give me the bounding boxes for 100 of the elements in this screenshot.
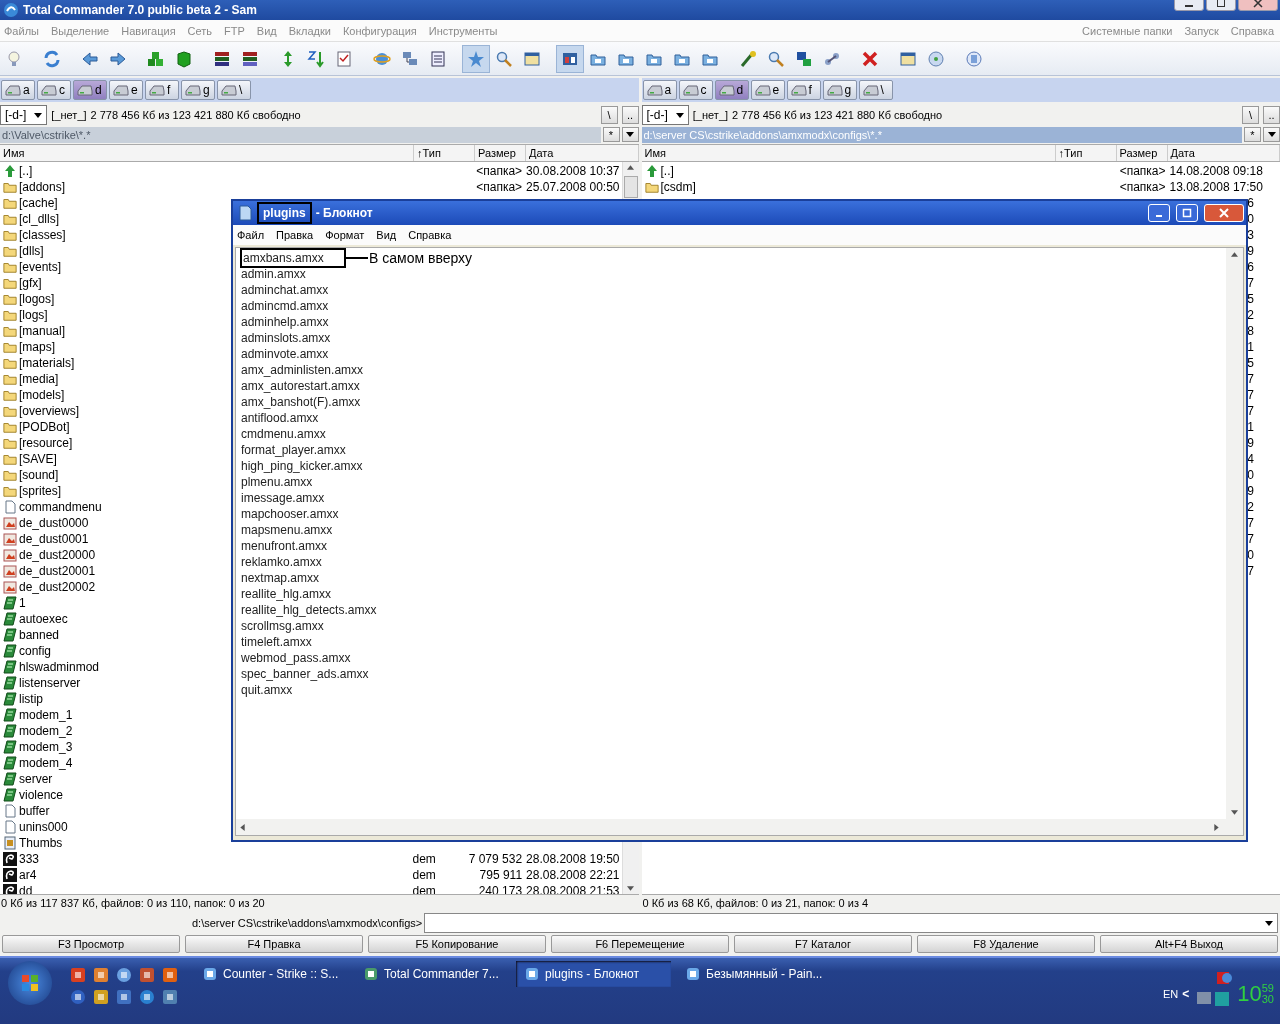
file-name[interactable]: Thumbs (19, 836, 63, 850)
menu-item[interactable]: Выделение (50, 24, 110, 37)
drive-button[interactable]: g (181, 80, 215, 100)
file-name[interactable]: modem_4 (19, 756, 73, 770)
menu-item[interactable]: Правка (276, 229, 314, 241)
quick-launch-icon[interactable] (116, 989, 132, 1005)
taskbar-button[interactable]: Counter - Strike :: S... (194, 961, 349, 987)
file-name[interactable]: modem_3 (19, 740, 73, 754)
file-name[interactable]: de_dust0000 (19, 516, 89, 530)
tray-expand-button[interactable]: < (1182, 987, 1190, 1001)
root-button[interactable]: \ (1242, 106, 1259, 124)
menu-item[interactable]: Конфигурация (342, 24, 417, 37)
drive-button[interactable]: f (145, 80, 179, 100)
menu-item[interactable]: Инструменты (428, 24, 498, 37)
drive-button[interactable]: d (73, 80, 107, 100)
function-key-button[interactable]: F6 Перемещение (551, 935, 729, 953)
drive-dropdown[interactable]: [-d-] (641, 105, 689, 125)
file-name[interactable]: buffer (19, 804, 50, 818)
file-name[interactable]: [cache] (19, 196, 58, 210)
file-name[interactable]: [..] (19, 164, 33, 178)
file-name[interactable]: [PODBot] (19, 420, 70, 434)
dropdown-button[interactable] (1263, 127, 1280, 142)
file-name[interactable]: config (19, 644, 52, 658)
dropdown-button[interactable] (621, 127, 639, 142)
drive-button[interactable]: g (822, 80, 857, 100)
taskbar-button[interactable]: plugins - Блокнот (516, 961, 671, 987)
column-header[interactable]: Имя (0, 145, 414, 161)
drive-button[interactable]: c (678, 80, 713, 100)
file-name[interactable]: unins000 (19, 820, 68, 834)
file-name[interactable]: [addons] (19, 180, 66, 194)
toolbar-button[interactable] (556, 44, 584, 73)
quick-launch-icon[interactable] (162, 989, 178, 1005)
file-name[interactable]: banned (19, 628, 60, 642)
start-button[interactable] (8, 961, 52, 1005)
quick-launch-icon[interactable] (93, 989, 109, 1005)
drive-button[interactable]: a (642, 80, 677, 100)
history-button[interactable]: * (602, 127, 620, 142)
function-key-button[interactable]: F7 Каталог (734, 935, 912, 953)
file-name[interactable]: de_dust20001 (19, 564, 96, 578)
file-name[interactable]: 333 (19, 852, 40, 866)
file-name[interactable]: [dlls] (19, 244, 44, 258)
file-name[interactable]: 1 (19, 596, 26, 610)
drive-button[interactable]: \ (858, 80, 893, 100)
drive-button[interactable]: a (1, 80, 35, 100)
quick-launch-icon[interactable] (93, 967, 109, 983)
column-header[interactable]: Размер (1116, 145, 1168, 161)
menu-item[interactable]: Системные папки (1082, 24, 1173, 37)
file-name[interactable]: de_dust20002 (19, 580, 96, 594)
menu-item[interactable]: Формат (325, 229, 365, 241)
file-name[interactable]: [materials] (19, 356, 75, 370)
file-name[interactable]: [maps] (19, 340, 55, 354)
drive-button[interactable]: \ (217, 80, 251, 100)
column-header[interactable]: Дата (1167, 145, 1280, 161)
drive-dropdown[interactable]: [-d-] (0, 105, 48, 125)
file-name[interactable]: [logs] (19, 308, 48, 322)
file-name[interactable]: [sound] (19, 468, 59, 482)
file-name[interactable]: commandmenu (19, 500, 102, 514)
drive-button[interactable]: d (714, 80, 749, 100)
drive-button[interactable]: e (750, 80, 785, 100)
file-name[interactable]: server (19, 772, 53, 786)
quick-launch-icon[interactable] (70, 967, 86, 983)
menu-item[interactable]: Файлы (4, 24, 39, 37)
drive-button[interactable]: f (786, 80, 821, 100)
file-name[interactable]: violence (19, 788, 64, 802)
file-name[interactable]: [resource] (19, 436, 73, 450)
file-name[interactable]: [sprites] (19, 484, 61, 498)
parent-button[interactable]: .. (1263, 106, 1280, 124)
quick-launch-icon[interactable] (162, 967, 178, 983)
quick-launch-icon[interactable] (116, 967, 132, 983)
drive-button[interactable]: e (109, 80, 143, 100)
file-name[interactable]: [logos] (19, 292, 55, 306)
quick-launch-icon[interactable] (70, 989, 86, 1005)
file-name[interactable]: [SAVE] (19, 452, 57, 466)
function-key-button[interactable]: F4 Правка (185, 935, 363, 953)
scroll-right-icon[interactable] (1214, 823, 1219, 831)
menu-item[interactable]: Вкладки (288, 24, 331, 37)
scroll-left-icon[interactable] (240, 823, 245, 831)
file-name[interactable]: hlswadminmod (19, 660, 100, 674)
file-name[interactable]: [..] (660, 164, 674, 178)
file-name[interactable]: [overviews] (19, 404, 80, 418)
file-name[interactable]: modem_1 (19, 708, 73, 722)
file-name[interactable]: [gfx] (19, 276, 42, 290)
file-name[interactable]: [media] (19, 372, 59, 386)
scroll-down-icon[interactable] (627, 886, 634, 891)
file-name[interactable]: ar4 (19, 868, 37, 882)
scroll-up-icon[interactable] (627, 165, 634, 170)
file-name[interactable]: listip (19, 692, 43, 706)
file-name[interactable]: listenserver (19, 676, 81, 690)
scroll-thumb[interactable] (623, 176, 638, 198)
file-name[interactable]: [cl_dlls] (19, 212, 59, 226)
horizontal-scrollbar[interactable] (235, 819, 1244, 836)
root-button[interactable]: \ (600, 106, 618, 124)
parent-button[interactable]: .. (621, 106, 639, 124)
file-name[interactable]: [csdm] (660, 180, 696, 194)
quick-launch-icon[interactable] (139, 989, 155, 1005)
function-key-button[interactable]: F5 Копирование (368, 935, 546, 953)
column-header[interactable]: ↑Тип (414, 145, 475, 161)
column-header[interactable]: Дата (526, 145, 639, 161)
function-key-button[interactable]: Alt+F4 Выход (1100, 935, 1278, 953)
file-name[interactable]: [events] (19, 260, 62, 274)
